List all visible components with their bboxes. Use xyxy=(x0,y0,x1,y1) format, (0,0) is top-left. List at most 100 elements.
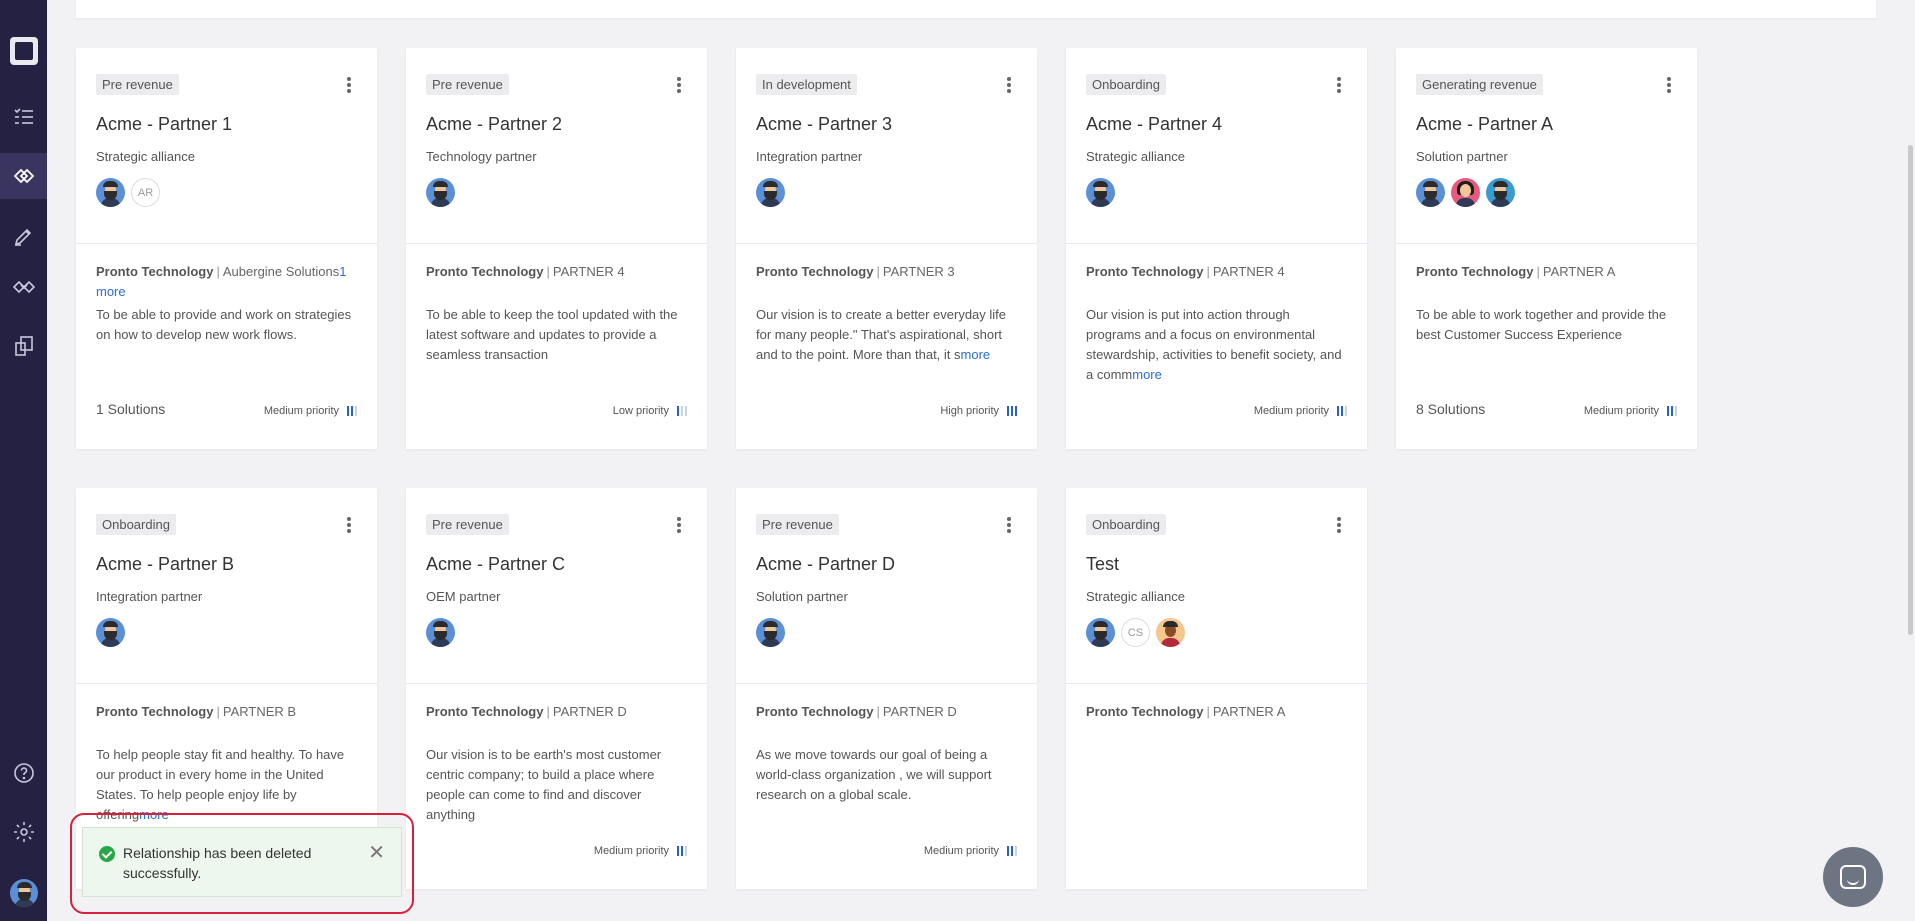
card-header: Pre revenue Acme - Partner D Solution part… xyxy=(736,488,1037,684)
avatar[interactable] xyxy=(1451,178,1480,207)
company-line: Pronto Technology | PARTNER D xyxy=(426,704,627,719)
avatar[interactable] xyxy=(1486,178,1515,207)
card-description: As we move towards our goal of being a w… xyxy=(756,745,1015,805)
company-name: Pronto Technology xyxy=(426,704,544,719)
card-title[interactable]: Acme - Partner C xyxy=(426,554,565,575)
avatar[interactable] xyxy=(96,618,125,647)
avatar[interactable] xyxy=(426,618,455,647)
card-title[interactable]: Acme - Partner 4 xyxy=(1086,114,1222,135)
more-options-icon[interactable] xyxy=(677,77,681,93)
company-name: Pronto Technology xyxy=(756,264,874,279)
description-text: As we move towards our goal of being a w… xyxy=(756,747,992,802)
stage-badge: Onboarding xyxy=(96,514,176,535)
card-title[interactable]: Acme - Partner 1 xyxy=(96,114,232,135)
company-line: Pronto Technology | PARTNER 4 xyxy=(426,264,625,279)
relationships-icon[interactable] xyxy=(0,153,47,199)
relationship-card[interactable]: Pre revenue Acme - Partner 2 Technology pa… xyxy=(406,48,707,449)
priority-bars-icon xyxy=(1007,846,1017,856)
avatar[interactable] xyxy=(1416,178,1445,207)
avatar-group xyxy=(426,618,455,647)
scrollbar[interactable] xyxy=(1908,145,1913,635)
user-avatar[interactable] xyxy=(0,870,47,916)
chat-launcher-button[interactable] xyxy=(1823,847,1883,907)
card-title[interactable]: Acme - Partner A xyxy=(1416,114,1553,135)
avatar[interactable] xyxy=(1086,178,1115,207)
tasks-icon[interactable] xyxy=(0,94,47,140)
more-options-icon[interactable] xyxy=(347,517,351,533)
card-description: To be able to work together and provide … xyxy=(1416,305,1675,345)
more-options-icon[interactable] xyxy=(1007,517,1011,533)
settings-icon[interactable] xyxy=(0,809,47,855)
company-name: Pronto Technology xyxy=(1086,704,1204,719)
partner-type: Strategic alliance xyxy=(96,149,195,164)
card-header: Onboarding Acme - Partner 4 Strategic alli… xyxy=(1066,48,1367,244)
description-text: To be able to provide and work on strate… xyxy=(96,307,352,342)
company-line: Pronto Technology | PARTNER 3 xyxy=(756,264,955,279)
avatar[interactable] xyxy=(1156,618,1185,647)
documents-icon[interactable] xyxy=(0,323,47,369)
relationship-card[interactable]: In development Acme - Partner 3 Integratio… xyxy=(736,48,1037,449)
partner-type: Strategic alliance xyxy=(1086,589,1185,604)
company-name: Pronto Technology xyxy=(756,704,874,719)
partner-type: Technology partner xyxy=(426,149,537,164)
avatar[interactable] xyxy=(1086,618,1115,647)
relationship-card[interactable]: Generating revenue Acme - Partner A Soluti… xyxy=(1396,48,1697,449)
priority-bars-icon xyxy=(1667,406,1677,416)
card-title[interactable]: Acme - Partner 3 xyxy=(756,114,892,135)
card-header: Generating revenue Acme - Partner A Soluti… xyxy=(1396,48,1697,244)
stage-badge: Generating revenue xyxy=(1416,74,1543,95)
read-more-link[interactable]: more xyxy=(961,347,991,362)
sidebar xyxy=(0,0,47,921)
avatar-group xyxy=(756,178,785,207)
card-description: Our vision is to create a better everyda… xyxy=(756,305,1015,365)
relationship-card[interactable]: Pre revenue Acme - Partner 1 Strategic all… xyxy=(76,48,377,449)
avatar-group: AR xyxy=(96,178,160,207)
stage-badge: Onboarding xyxy=(1086,514,1166,535)
more-options-icon[interactable] xyxy=(1667,77,1671,93)
card-title[interactable]: Acme - Partner D xyxy=(756,554,895,575)
avatar[interactable] xyxy=(96,178,125,207)
handshake-icon[interactable] xyxy=(0,264,47,310)
card-header: Pre revenue Acme - Partner 2 Technology pa… xyxy=(406,48,707,244)
avatar-group xyxy=(1416,178,1515,207)
pen-icon[interactable] xyxy=(0,213,47,259)
avatar-initials[interactable]: CS xyxy=(1121,618,1150,647)
close-icon[interactable]: ✕ xyxy=(368,843,385,863)
help-icon[interactable] xyxy=(0,750,47,796)
partner-type: Strategic alliance xyxy=(1086,149,1185,164)
card-title[interactable]: Acme - Partner B xyxy=(96,554,234,575)
company-name: Pronto Technology xyxy=(96,264,214,279)
avatar[interactable] xyxy=(426,178,455,207)
solutions-count[interactable]: 8 Solutions xyxy=(1416,401,1485,417)
more-options-icon[interactable] xyxy=(1337,517,1341,533)
stage-badge: Pre revenue xyxy=(426,74,509,95)
more-options-icon[interactable] xyxy=(677,517,681,533)
app-logo-icon[interactable] xyxy=(0,28,47,74)
check-circle-icon xyxy=(99,846,115,862)
relationship-card[interactable]: Onboarding Test Strategic alliance CS Pronto… xyxy=(1066,488,1367,889)
description-text: Our vision is to be earth's most custome… xyxy=(426,747,662,822)
relationship-card[interactable]: Pre revenue Acme - Partner D Solution part… xyxy=(736,488,1037,889)
more-options-icon[interactable] xyxy=(1337,77,1341,93)
company-name: Pronto Technology xyxy=(1086,264,1204,279)
card-title[interactable]: Test xyxy=(1086,554,1119,575)
avatar[interactable] xyxy=(756,178,785,207)
priority-indicator: Medium priority xyxy=(1254,405,1347,417)
relationship-card[interactable]: Pre revenue Acme - Partner C OEM partner Pr… xyxy=(406,488,707,889)
read-more-link[interactable]: more xyxy=(1132,367,1162,382)
priority-label: High priority xyxy=(940,405,999,417)
top-panel xyxy=(76,0,1876,18)
relationship-card[interactable]: Onboarding Acme - Partner 4 Strategic alli… xyxy=(1066,48,1367,449)
priority-bars-icon xyxy=(1337,406,1347,416)
solutions-count[interactable]: 1 Solutions xyxy=(96,401,165,417)
card-title[interactable]: Acme - Partner 2 xyxy=(426,114,562,135)
more-options-icon[interactable] xyxy=(1007,77,1011,93)
avatar-initials[interactable]: AR xyxy=(131,178,160,207)
company-line: Pronto Technology | Aubergine Solutions1 m… xyxy=(96,264,347,299)
more-options-icon[interactable] xyxy=(347,77,351,93)
avatar[interactable] xyxy=(756,618,785,647)
priority-label: Medium priority xyxy=(593,845,669,857)
description-text: To be able to work together and provide … xyxy=(1416,307,1667,342)
partner-name: PARTNER A xyxy=(1212,704,1286,719)
partner-name: PARTNER B xyxy=(222,704,297,719)
